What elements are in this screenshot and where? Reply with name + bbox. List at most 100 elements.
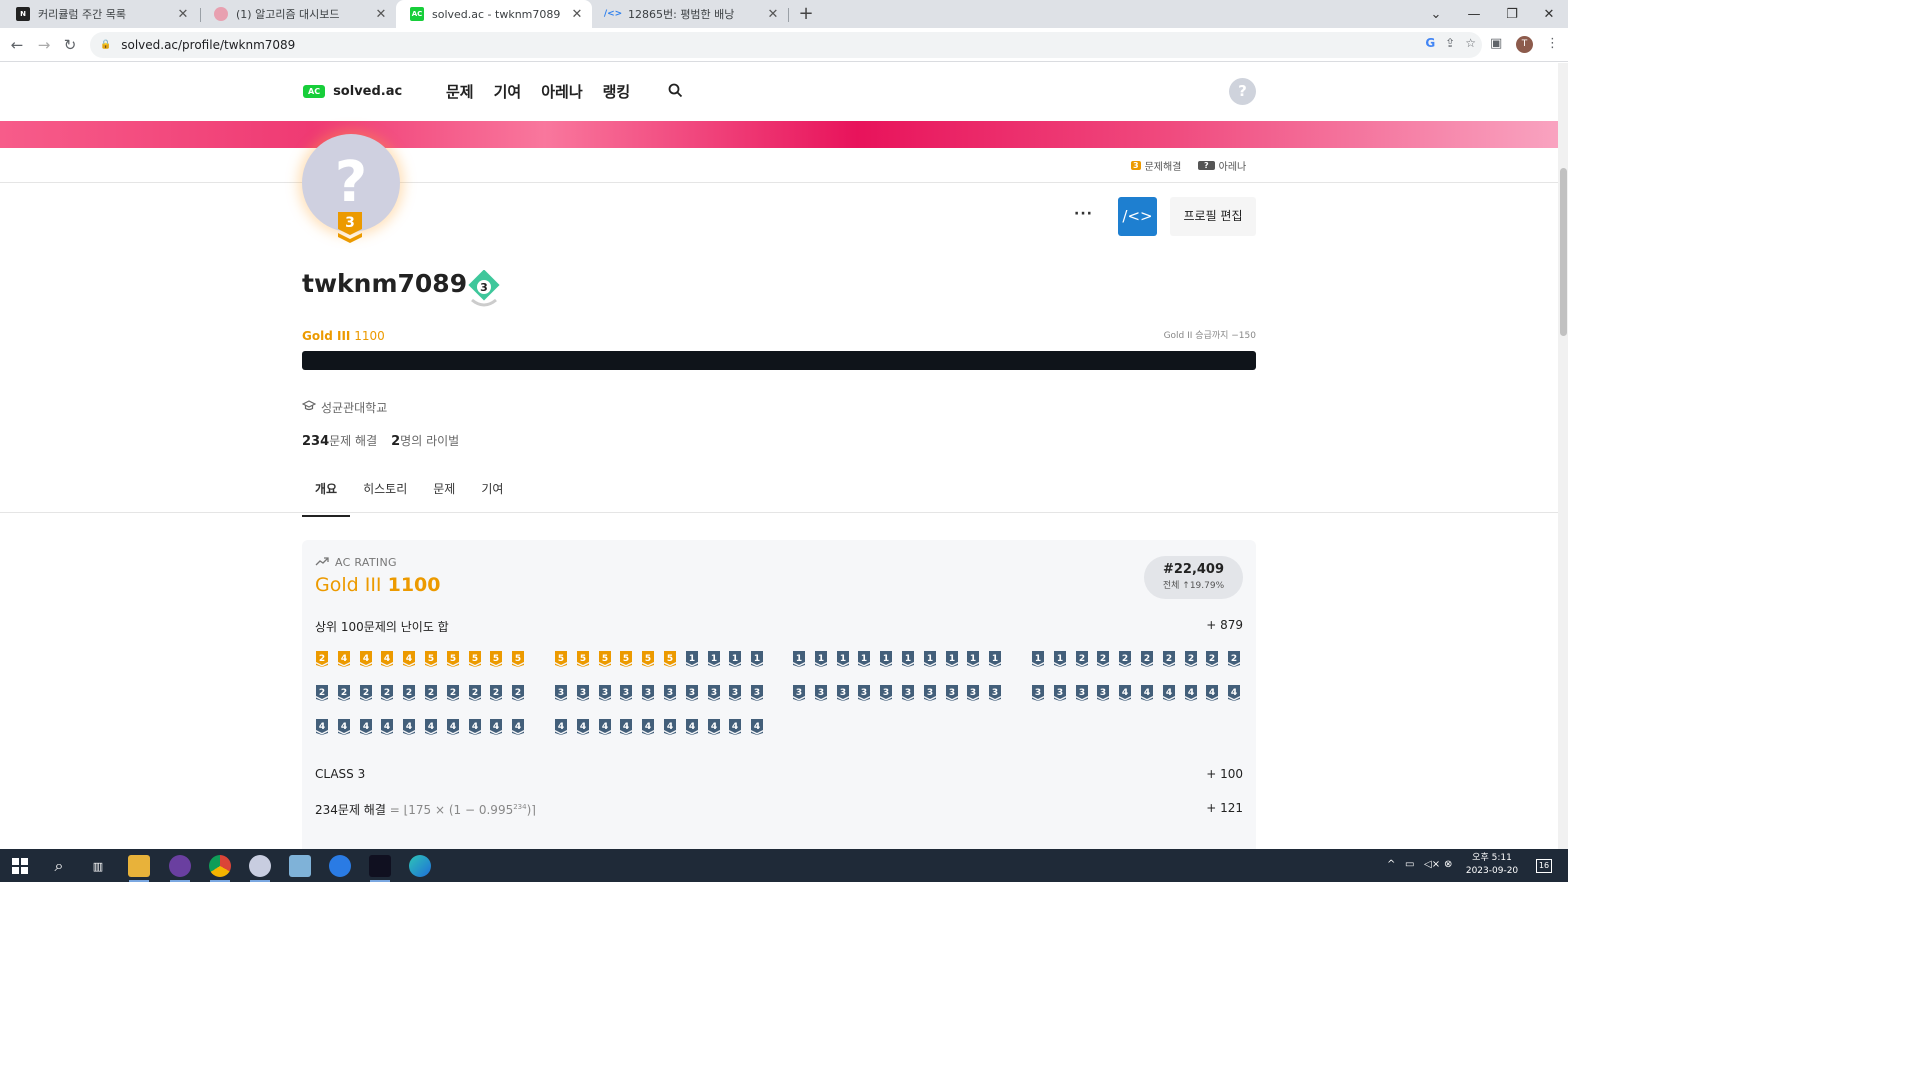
svg-text:2: 2 (471, 688, 477, 698)
tab-problems[interactable]: 문제 (420, 473, 468, 517)
tier-badge: 1 (857, 651, 871, 667)
tab-history[interactable]: 히스토리 (350, 473, 420, 517)
back-button[interactable]: ← (6, 34, 28, 56)
tier-badge: 3 (598, 685, 612, 701)
rival-count-stat[interactable]: 2명의 라이벌 (391, 432, 459, 449)
tab-overview[interactable]: 개요 (302, 473, 351, 517)
svg-text:4: 4 (515, 722, 521, 732)
site-header: AC solved.ac 문제 기여 아레나 랭킹 ? (0, 63, 1558, 121)
status-icon[interactable]: ⊗ (1444, 859, 1452, 870)
notepad-icon[interactable] (289, 855, 311, 877)
tier-badge: 3 (945, 685, 959, 701)
svg-text:3: 3 (754, 688, 760, 698)
edit-profile-button[interactable]: 프로필 편집 (1170, 197, 1256, 236)
tab-contributions[interactable]: 기여 (468, 473, 516, 517)
svg-text:2: 2 (1231, 654, 1237, 664)
tier-badge: 4 (685, 719, 699, 735)
app-icon[interactable] (169, 855, 191, 882)
scrollbar-thumb[interactable] (1560, 168, 1567, 336)
task-view-icon[interactable]: ▥ (87, 855, 109, 877)
site-logo[interactable]: AC solved.ac (303, 84, 402, 99)
tier-badge: 4 (359, 651, 373, 667)
tier-badge: 2 (1205, 651, 1219, 667)
google-lens-icon[interactable]: G (1425, 36, 1435, 50)
nav-contribute[interactable]: 기여 (494, 81, 522, 102)
page-content: AC solved.ac 문제 기여 아레나 랭킹 ? 3 문제해결 ? 아레나… (0, 63, 1558, 849)
solvedac-icon: AC (410, 7, 424, 21)
tier-badge: 4 (402, 651, 416, 667)
menu-icon[interactable]: ⋮ (1546, 36, 1559, 51)
more-options-button[interactable]: ··· (1074, 206, 1093, 222)
nav-arena[interactable]: 아레나 (541, 81, 582, 102)
user-help-icon[interactable]: ? (1229, 78, 1256, 105)
taskbar-clock[interactable]: 오후 5:11 2023-09-20 (1460, 852, 1524, 878)
tier-badge: 4 (337, 719, 351, 735)
svg-text:2: 2 (515, 688, 521, 698)
notification-icon[interactable]: 16 (1536, 859, 1552, 873)
windows-start-icon[interactable] (9, 855, 31, 877)
browser-tab[interactable]: /<> 12865번: 평범한 배낭 ✕ (592, 0, 788, 28)
search-icon[interactable] (668, 83, 683, 102)
close-icon[interactable]: ✕ (374, 7, 388, 22)
forward-button[interactable]: → (33, 34, 55, 56)
tier-badge: 2 (1075, 651, 1089, 667)
solved-stat[interactable]: 3 문제해결 (1131, 158, 1181, 173)
tray-chevron-icon[interactable]: ^ (1387, 859, 1395, 870)
arena-stat[interactable]: ? 아레나 (1198, 158, 1246, 173)
bookmark-star-icon[interactable]: ☆ (1465, 36, 1476, 50)
svg-text:5: 5 (515, 654, 521, 664)
close-icon[interactable]: ✕ (176, 7, 190, 22)
tier-badge: 3 (728, 685, 742, 701)
svg-text:5: 5 (645, 654, 651, 664)
app-icon[interactable] (329, 855, 351, 877)
address-bar[interactable]: 🔒 solved.ac/profile/twknm7089 G ⇪ ☆ (90, 32, 1482, 58)
close-icon[interactable]: ✕ (766, 7, 780, 22)
reload-button[interactable]: ↻ (59, 34, 81, 56)
svg-text:2: 2 (1166, 654, 1172, 664)
tier-badge: 5 (511, 651, 525, 667)
network-icon[interactable]: ▭ (1405, 859, 1414, 870)
share-icon[interactable]: ⇪ (1445, 36, 1455, 50)
boj-link-button[interactable]: /<> (1118, 197, 1157, 236)
chrome-icon[interactable] (209, 855, 231, 882)
rank-percent: 전체 ↑19.79% (1162, 581, 1225, 591)
nav-problems[interactable]: 문제 (446, 81, 474, 102)
organization[interactable]: 성균관대학교 (301, 399, 387, 416)
restore-button[interactable]: ❐ (1493, 0, 1531, 28)
nav-ranking[interactable]: 랭킹 (603, 81, 631, 102)
svg-text:2: 2 (406, 688, 412, 698)
boj-icon: /<> (603, 9, 623, 19)
profile-avatar-icon[interactable]: T (1516, 36, 1533, 53)
app-icon[interactable] (369, 855, 391, 882)
tier-badge: 4 (468, 719, 482, 735)
close-window-button[interactable]: ✕ (1530, 0, 1568, 28)
close-icon[interactable]: ✕ (570, 7, 584, 22)
app-icon[interactable] (249, 855, 271, 882)
new-tab-button[interactable]: + (796, 4, 816, 24)
class-badge-icon[interactable]: 3 (466, 269, 500, 307)
edge-icon[interactable] (409, 855, 431, 877)
tier-badge: 3 (685, 685, 699, 701)
rank-pill[interactable]: #22,409 전체 ↑19.79% (1144, 556, 1243, 599)
tier-badge: 2 (511, 685, 525, 701)
volume-icon[interactable]: ◁× (1424, 859, 1440, 870)
minimize-button[interactable]: — (1455, 0, 1493, 28)
arena-tier-badge: ? (1198, 161, 1215, 170)
tier-badge: 4 (315, 719, 329, 735)
solved-count-label: 문제 해결 (329, 434, 378, 448)
ac-rating-card: AC RATING Gold III 1100 #22,409 전체 ↑19.7… (302, 540, 1256, 849)
svg-text:3: 3 (839, 688, 845, 698)
browser-tab-active[interactable]: AC solved.ac - twknm7089 ✕ (396, 0, 592, 28)
browser-tab[interactable]: (1) 알고리즘 대시보드 ✕ (200, 0, 396, 28)
svg-text:3: 3 (861, 688, 867, 698)
tier-badge: 4 (380, 719, 394, 735)
solved-count-stat[interactable]: 234문제 해결 (302, 432, 377, 449)
side-panel-icon[interactable]: ▣ (1490, 36, 1502, 51)
search-icon[interactable]: ⌕ (48, 855, 70, 877)
file-explorer-icon[interactable] (128, 855, 150, 882)
browser-tab[interactable]: N 커리큘럼 주간 목록 ✕ (2, 0, 198, 28)
svg-text:5: 5 (623, 654, 629, 664)
tab-search-icon[interactable]: ⌄ (1417, 0, 1455, 28)
top100-label: 상위 100문제의 난이도 합 (315, 620, 449, 634)
tier-badge: 3 (576, 685, 590, 701)
